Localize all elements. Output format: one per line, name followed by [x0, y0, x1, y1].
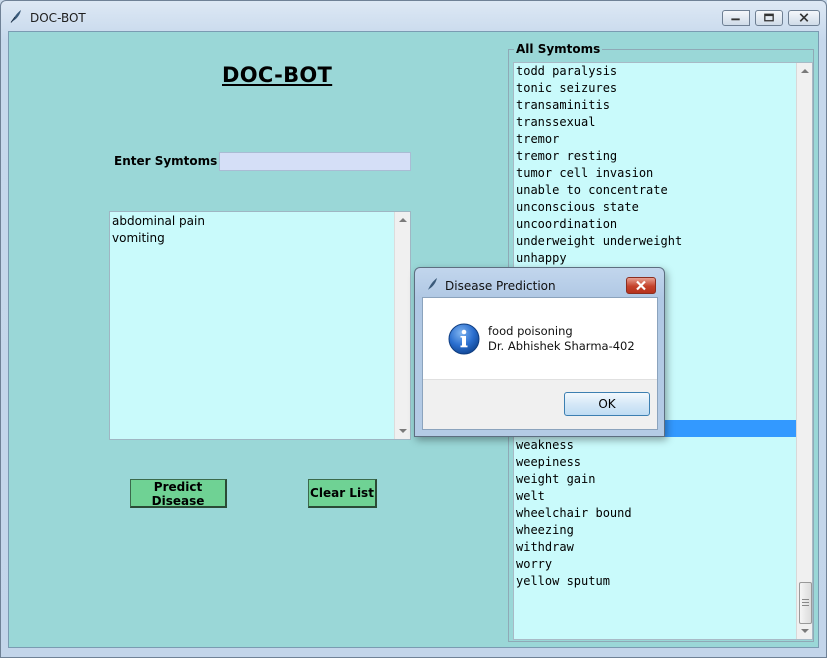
page-title: DOC-BOT: [222, 63, 333, 87]
list-item[interactable]: tremor: [514, 131, 796, 148]
list-item[interactable]: yellow sputum: [514, 573, 796, 590]
list-item[interactable]: unconscious state: [514, 199, 796, 216]
maximize-icon: [764, 13, 774, 22]
ok-button[interactable]: OK: [564, 392, 650, 416]
list-item[interactable]: wheezing: [514, 522, 796, 539]
doctor-info: Dr. Abhishek Sharma-402: [488, 339, 635, 353]
list-item[interactable]: tremor resting: [514, 148, 796, 165]
scroll-down-icon[interactable]: [399, 429, 407, 433]
dialog-body: food poisoning Dr. Abhishek Sharma-402 O…: [422, 297, 658, 430]
scroll-up-icon[interactable]: [801, 69, 809, 73]
minimize-button[interactable]: [722, 10, 750, 26]
list-item[interactable]: weakness: [514, 437, 796, 454]
list-item[interactable]: vomiting: [112, 230, 205, 247]
list-item[interactable]: transsexual: [514, 114, 796, 131]
symptom-input[interactable]: [219, 152, 411, 171]
dialog-title: Disease Prediction: [445, 279, 556, 293]
maximize-button[interactable]: [755, 10, 783, 26]
list-item[interactable]: underweight underweight: [514, 233, 796, 250]
title-bar[interactable]: DOC-BOT: [0, 0, 827, 32]
window-title: DOC-BOT: [30, 11, 86, 25]
disease-prediction-dialog[interactable]: Disease Prediction food poisoning Dr. Ab…: [414, 267, 665, 437]
feather-icon: [428, 278, 437, 290]
list-item[interactable]: tonic seizures: [514, 80, 796, 97]
all-symptoms-label: All Symtoms: [514, 42, 603, 56]
scrollbar-thumb[interactable]: [799, 582, 812, 624]
list-item[interactable]: wheelchair bound: [514, 505, 796, 522]
list-item[interactable]: transaminitis: [514, 97, 796, 114]
dialog-message: food poisoning Dr. Abhishek Sharma-402: [488, 324, 635, 354]
list-item[interactable]: weight gain: [514, 471, 796, 488]
close-icon: [636, 280, 646, 291]
list-item[interactable]: welt: [514, 488, 796, 505]
dialog-close-button[interactable]: [626, 277, 656, 294]
scroll-down-icon[interactable]: [801, 629, 809, 633]
dialog-footer: OK: [423, 379, 657, 429]
close-button[interactable]: [788, 10, 820, 26]
list-item[interactable]: withdraw: [514, 539, 796, 556]
scrollbar[interactable]: [796, 63, 812, 639]
selected-symptoms-list[interactable]: abdominal pain vomiting: [109, 211, 411, 440]
feather-icon: [10, 10, 21, 23]
symptom-label: Enter Symtoms: [114, 154, 218, 168]
list-item[interactable]: tumor cell invasion: [514, 165, 796, 182]
info-icon: [448, 323, 480, 355]
list-item[interactable]: worry: [514, 556, 796, 573]
list-item[interactable]: unhappy: [514, 250, 796, 267]
selected-items: abdominal pain vomiting: [112, 213, 205, 247]
close-icon: [799, 13, 809, 22]
list-item[interactable]: uncoordination: [514, 216, 796, 233]
prediction-result: food poisoning: [488, 324, 573, 338]
clear-list-button[interactable]: Clear List: [308, 479, 377, 508]
list-item[interactable]: weepiness: [514, 454, 796, 471]
predict-disease-button[interactable]: Predict Disease: [130, 479, 227, 508]
list-item[interactable]: abdominal pain: [112, 213, 205, 230]
list-item[interactable]: todd paralysis: [514, 63, 796, 80]
scroll-up-icon[interactable]: [399, 218, 407, 222]
list-item[interactable]: unable to concentrate: [514, 182, 796, 199]
minimize-icon: [731, 18, 740, 21]
scrollbar[interactable]: [394, 212, 410, 439]
